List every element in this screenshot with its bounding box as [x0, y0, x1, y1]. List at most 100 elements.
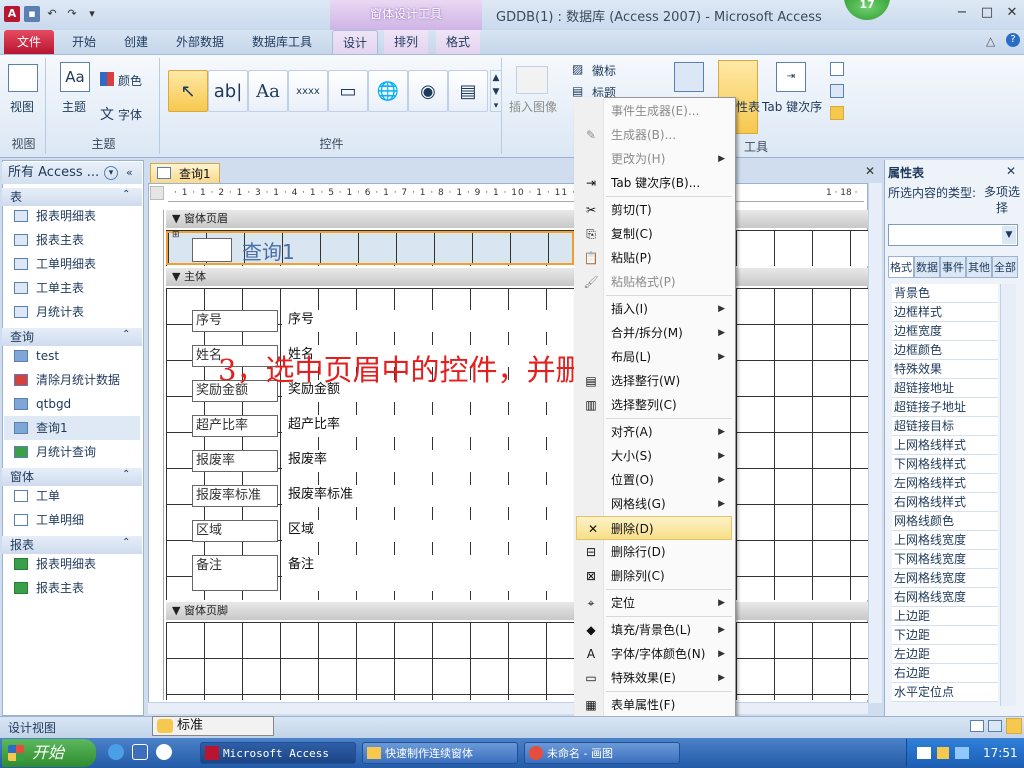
nav-dropdown-icon[interactable]: ▾: [104, 166, 118, 180]
property-row[interactable]: 右边距: [892, 664, 998, 683]
quicklaunch-icon[interactable]: [156, 744, 172, 760]
tab-database-tools[interactable]: 数据库工具: [242, 30, 322, 54]
property-row[interactable]: 边框宽度: [892, 322, 998, 341]
property-row[interactable]: 特殊效果: [892, 360, 998, 379]
quicklaunch-icon[interactable]: [132, 744, 148, 760]
nav-item[interactable]: 工单明细: [14, 508, 84, 532]
redo-icon[interactable]: ↷: [64, 6, 80, 22]
property-row[interactable]: 网格线颜色: [892, 512, 998, 531]
collapse-section-icon[interactable]: ⌃: [122, 189, 130, 200]
field-label[interactable]: 序号: [192, 310, 278, 332]
horizontal-scrollbar[interactable]: [148, 702, 868, 714]
subform-icon[interactable]: [830, 62, 844, 76]
close-button[interactable]: ✕: [1000, 4, 1024, 22]
undo-icon[interactable]: ↶: [44, 6, 60, 22]
font-button-label[interactable]: 字体: [118, 106, 142, 123]
property-row[interactable]: 上网格线宽度: [892, 531, 998, 550]
nav-item[interactable]: 工单: [14, 484, 60, 508]
property-row[interactable]: 超链接子地址: [892, 398, 998, 417]
tab-create[interactable]: 创建: [114, 30, 158, 54]
button-control-icon[interactable]: xxxx: [288, 70, 328, 112]
network-icon[interactable]: [955, 747, 969, 759]
task-access[interactable]: Microsoft Access ...: [200, 742, 356, 764]
form-logo-icon[interactable]: [192, 238, 232, 262]
title-icon[interactable]: ▤: [572, 84, 583, 98]
menu-item[interactable]: ✂ 剪切(T): [575, 198, 735, 222]
nav-item[interactable]: qtbgd: [14, 392, 71, 416]
insert-image-icon[interactable]: [516, 66, 548, 94]
nav-item[interactable]: 月统计查询: [14, 440, 96, 464]
selection-dropdown[interactable]: [888, 224, 1018, 246]
tab-arrange[interactable]: 排列: [384, 30, 429, 54]
select-pointer-icon[interactable]: ↖: [168, 70, 208, 112]
field-label[interactable]: 区域: [192, 520, 278, 542]
layout-move-handle[interactable]: ⊞: [172, 230, 180, 240]
tab-file[interactable]: 文件: [4, 30, 54, 54]
web-browser-control-icon[interactable]: ◉: [408, 70, 448, 112]
detail-bar[interactable]: ▼ 主体: [166, 268, 868, 286]
tray-icon[interactable]: [937, 747, 949, 759]
property-row[interactable]: 左网格线宽度: [892, 569, 998, 588]
menu-item[interactable]: ⎘ 复制(C): [575, 222, 735, 246]
form-title-label[interactable]: 查询1: [242, 236, 295, 265]
tab-control-icon[interactable]: ▭: [328, 70, 368, 112]
menu-item[interactable]: 网格线(G) ▶: [575, 492, 735, 516]
menu-item[interactable]: 位置(O) ▶: [575, 468, 735, 492]
design-view-icon[interactable]: [1006, 718, 1022, 734]
nav-item[interactable]: 报表主表: [14, 576, 84, 600]
collapse-section-icon[interactable]: ⌃: [122, 537, 130, 548]
menu-item-delete[interactable]: ✕ 删除(D): [576, 516, 732, 540]
field-textbox[interactable]: 序号: [282, 310, 574, 332]
property-sheet-label[interactable]: 性表: [736, 98, 760, 115]
property-row[interactable]: 右网格线样式: [892, 493, 998, 512]
tab-format[interactable]: 格式: [436, 30, 481, 54]
theme-icon[interactable]: Aa: [60, 62, 90, 92]
menu-item[interactable]: ◆ 填充/背景色(L) ▶: [575, 618, 735, 642]
property-row[interactable]: 下网格线样式: [892, 455, 998, 474]
collapse-section-icon[interactable]: ⌃: [122, 469, 130, 480]
tab-order-icon[interactable]: ⇥: [776, 62, 806, 92]
menu-item[interactable]: 大小(S) ▶: [575, 444, 735, 468]
layout-view-icon[interactable]: [988, 720, 1002, 732]
property-row[interactable]: 背景色: [892, 284, 998, 303]
property-row[interactable]: 上边距: [892, 607, 998, 626]
textbox-control-icon[interactable]: ab|: [208, 70, 248, 112]
nav-item[interactable]: 报表主表: [14, 228, 84, 252]
insert-image-label[interactable]: 插入图像: [509, 98, 557, 115]
start-button[interactable]: 开始: [2, 739, 96, 767]
property-row[interactable]: 下边距: [892, 626, 998, 645]
nav-item[interactable]: test: [14, 344, 59, 368]
menu-item[interactable]: 插入(I) ▶: [575, 297, 735, 321]
chevron-down-icon[interactable]: ▼: [1002, 226, 1016, 244]
menu-item[interactable]: ▤ 选择整行(W): [575, 369, 735, 393]
keyboard-icon[interactable]: [917, 747, 931, 759]
form-selector[interactable]: [150, 186, 164, 200]
nav-item[interactable]: 报表明细表: [14, 204, 96, 228]
field-label[interactable]: 报废率标准: [192, 485, 278, 507]
label-control-icon[interactable]: Aa: [248, 70, 288, 112]
property-row[interactable]: 超链接目标: [892, 417, 998, 436]
menu-item[interactable]: ✎ 生成器(B)...: [575, 123, 735, 147]
menu-item[interactable]: ⊠ 删除列(C): [575, 564, 735, 588]
tab-order-label[interactable]: Tab 键次序: [762, 98, 822, 115]
property-row[interactable]: 水平定位点: [892, 683, 998, 702]
property-row[interactable]: 左网格线样式: [892, 474, 998, 493]
property-tab[interactable]: 其他: [966, 256, 992, 278]
field-textbox[interactable]: 区域: [282, 520, 574, 542]
menu-item[interactable]: A 字体/字体颜色(N) ▶: [575, 642, 735, 666]
menu-item[interactable]: 布局(L) ▶: [575, 345, 735, 369]
menu-item[interactable]: ▦ 表单属性(F): [575, 693, 735, 717]
menu-item[interactable]: 🖌 粘贴格式(P): [575, 270, 735, 294]
color-icon[interactable]: [100, 72, 114, 86]
property-row[interactable]: 左边距: [892, 645, 998, 664]
field-textbox[interactable]: 报废率: [282, 450, 574, 472]
property-row[interactable]: 边框颜色: [892, 341, 998, 360]
menu-item[interactable]: 事件生成器(E)...: [575, 99, 735, 123]
field-textbox[interactable]: 报废率标准: [282, 485, 574, 507]
minimize-ribbon-icon[interactable]: △: [986, 34, 995, 48]
tab-external-data[interactable]: 外部数据: [166, 30, 234, 54]
collapse-section-icon[interactable]: ⌃: [122, 329, 130, 340]
maximize-button[interactable]: □: [975, 4, 999, 22]
tab-home[interactable]: 开始: [62, 30, 106, 54]
view-icon[interactable]: [8, 64, 38, 92]
